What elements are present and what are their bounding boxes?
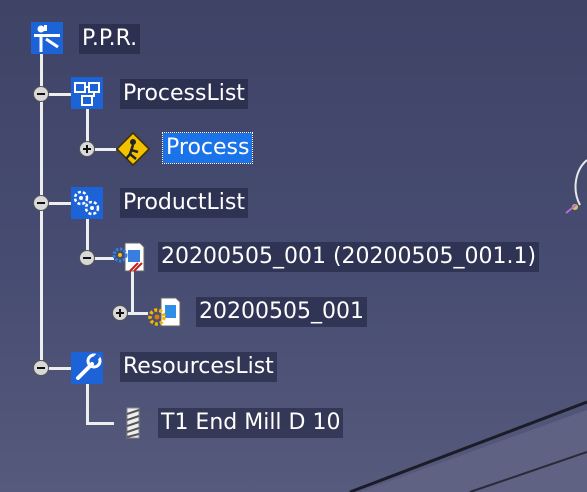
product-list-icon[interactable] bbox=[70, 186, 104, 220]
tree-node-part[interactable]: 20200505_001 bbox=[196, 297, 367, 327]
part-icon[interactable] bbox=[148, 296, 182, 330]
tree-branch-line bbox=[86, 422, 114, 425]
tree-child-line bbox=[86, 382, 89, 424]
part-geometry-face bbox=[360, 410, 587, 492]
tree-child-line bbox=[131, 270, 134, 314]
process-icon[interactable] bbox=[116, 132, 150, 166]
product-icon[interactable] bbox=[112, 241, 146, 275]
tree-node-product[interactable]: 20200505_001 (20200505_001.1) bbox=[158, 242, 540, 272]
ppr-root-icon[interactable] bbox=[30, 21, 64, 55]
expand-toggle-part[interactable] bbox=[112, 305, 128, 321]
resources-list-icon[interactable] bbox=[70, 351, 104, 385]
collapse-toggle-product[interactable] bbox=[79, 250, 95, 266]
tree-node-resources-list[interactable]: ResourcesList bbox=[120, 352, 277, 382]
tree-node-ppr-root[interactable]: P.P.R. bbox=[79, 24, 141, 54]
tree-node-product-list[interactable]: ProductList bbox=[120, 188, 248, 218]
process-list-icon[interactable] bbox=[70, 76, 104, 110]
collapse-toggle-process-list[interactable] bbox=[33, 86, 49, 102]
expand-toggle-process[interactable] bbox=[79, 141, 95, 157]
tree-node-tool[interactable]: T1 End Mill D 10 bbox=[158, 408, 344, 438]
tree-node-process[interactable]: Process bbox=[161, 132, 254, 164]
tree-node-process-list[interactable]: ProcessList bbox=[120, 79, 248, 109]
axis-marker-icon bbox=[565, 204, 578, 214]
curve-geometry bbox=[574, 159, 587, 206]
end-mill-tool-icon[interactable] bbox=[116, 406, 150, 440]
collapse-toggle-resources-list[interactable] bbox=[33, 360, 49, 376]
collapse-toggle-product-list[interactable] bbox=[33, 195, 49, 211]
